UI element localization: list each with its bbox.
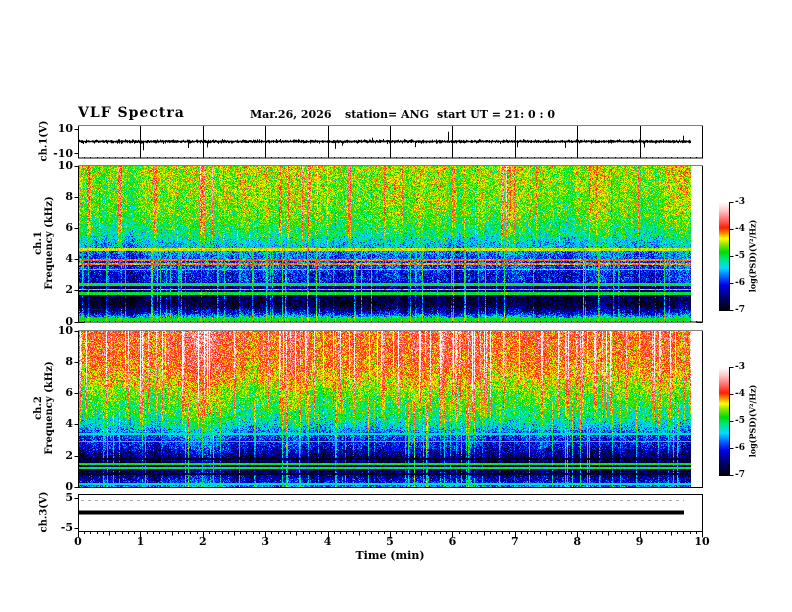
spec1-y-tick-label: 10 (57, 158, 73, 172)
spec2-y-tick-label: 2 (65, 448, 73, 462)
date-label: Mar.26, 2026 (250, 108, 332, 121)
colorbar1-tick-label: -4 (735, 224, 745, 234)
x-tick-label: 0 (74, 535, 82, 548)
x-tick-label: 5 (386, 535, 394, 548)
spec1-ylabel-line1: ch.1 (33, 231, 44, 255)
spec1-y-tick-label: 8 (65, 189, 73, 203)
time-axis-label: Time (min) (355, 549, 425, 562)
ch1-wave-ymax-label: 10 (57, 122, 73, 135)
colorbar2-canvas (719, 367, 729, 475)
vlf-spectra-figure: VLF Spectra Mar.26, 2026 station= ANG st… (0, 0, 792, 612)
spec2-y-tick-label: 6 (65, 386, 73, 400)
spec1-ylabel: ch.1 Frequency (kHz) (33, 196, 55, 289)
start-ut-label: start UT = 21: 0 : 0 (437, 108, 555, 121)
x-tick-label: 9 (635, 535, 644, 548)
station-label: station= ANG (345, 108, 430, 121)
colorbar2-tick-label: -6 (735, 443, 745, 453)
spec1-ylabel-line2: Frequency (kHz) (44, 196, 55, 290)
colorbar1-tick-label: -3 (735, 197, 745, 207)
x-tick-label: 7 (510, 535, 519, 548)
x-tick-label: 4 (323, 535, 332, 548)
spec2-y-tick-label: 8 (65, 354, 73, 368)
ch1-waveform-canvas (79, 126, 702, 157)
spec2-ylabel: ch.2 Frequency (kHz) (33, 361, 55, 454)
colorbar1-canvas (719, 202, 729, 310)
colorbar2-tick-label: -7 (735, 470, 745, 480)
plot-title: VLF Spectra (78, 105, 185, 121)
spec2-y-tick-label: 10 (57, 323, 73, 337)
spec1-y-tick-label: 2 (65, 283, 73, 297)
x-tick-label: 6 (448, 535, 457, 548)
ch3-ymin-label: -5 (60, 521, 73, 534)
spec2-y-tick-label: 4 (65, 417, 73, 431)
colorbar2-unit-label: log(PSD)(V²/Hz) (747, 384, 758, 458)
colorbar1-unit-label: log(PSD)(V²/Hz) (747, 219, 758, 293)
spec1-y-tick-label: 4 (65, 252, 73, 266)
ch3-trace-canvas (79, 495, 702, 531)
spec2-y-tick-label: 0 (65, 480, 73, 493)
colorbar2-tick-label: -4 (735, 389, 745, 399)
colorbar1-tick-label: -6 (735, 278, 745, 288)
spec2-ylabel-line2: Frequency (kHz) (44, 361, 55, 455)
ch1-spectrogram-canvas (79, 166, 702, 321)
colorbar2-tick-label: -3 (735, 362, 745, 372)
x-tick-label: 2 (198, 535, 207, 548)
colorbar1-tick-label: -5 (735, 251, 745, 261)
x-tick-label: 8 (573, 535, 582, 548)
x-tick-label: 10 (694, 535, 710, 548)
spec1-y-tick-label: 6 (65, 220, 73, 234)
x-tick-label: 1 (136, 535, 145, 548)
colorbar1-tick-label: -7 (735, 305, 745, 315)
x-tick-label: 3 (261, 535, 270, 548)
spec2-ylabel-line1: ch.2 (33, 396, 44, 420)
ch2-spectrogram-canvas (79, 331, 702, 487)
colorbar2-tick-label: -5 (735, 416, 745, 426)
